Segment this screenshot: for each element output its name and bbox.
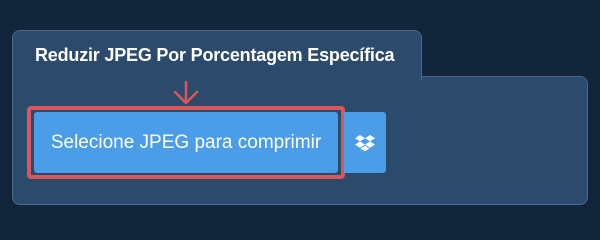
- compress-jpeg-widget: Reduzir JPEG Por Porcentagem Específica …: [0, 0, 600, 230]
- select-jpeg-button-label: Selecione JPEG para comprimir: [50, 131, 322, 153]
- select-jpeg-button[interactable]: Selecione JPEG para comprimir: [34, 112, 338, 173]
- arrow-down-icon: [173, 80, 199, 105]
- dropbox-button[interactable]: [344, 112, 386, 173]
- tab-panel-joint: [13, 72, 421, 80]
- dropbox-icon: [355, 134, 375, 151]
- tab-title: Reduzir JPEG Por Porcentagem Específica: [35, 45, 395, 65]
